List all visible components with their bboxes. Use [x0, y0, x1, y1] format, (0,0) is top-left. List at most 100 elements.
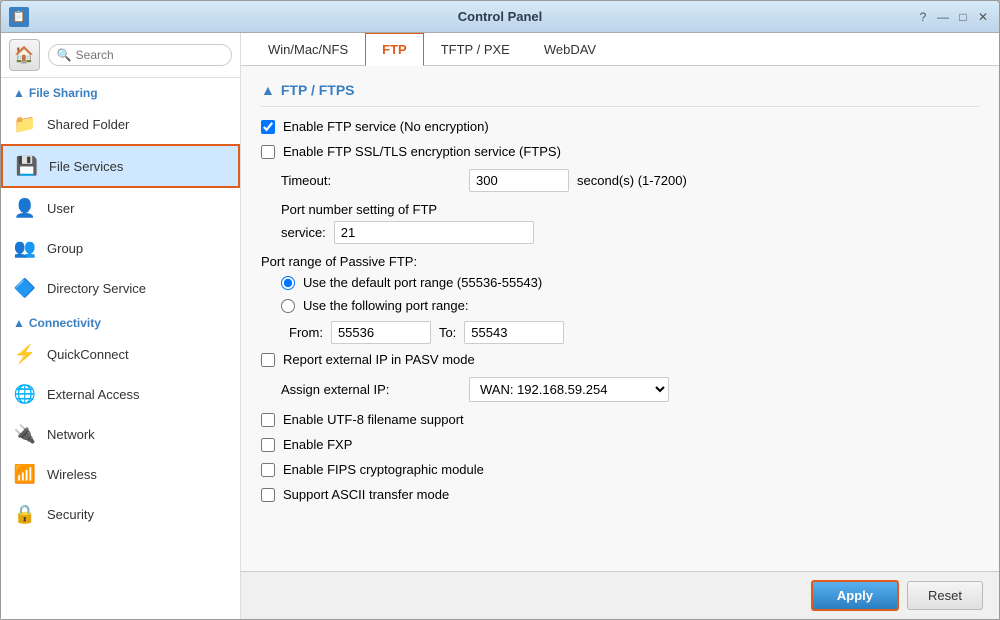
user-icon: 👤 [13, 196, 37, 220]
from-input[interactable] [331, 321, 431, 344]
sidebar-menu: ▲ File Sharing 📁 Shared Folder 💾 File Se… [1, 78, 240, 619]
radio-custom[interactable] [281, 299, 295, 313]
from-to-row: From: To: [289, 321, 979, 344]
radio-default-label: Use the default port range (55536-55543) [303, 275, 542, 290]
main-content: 🏠 🔍 ▲ File Sharing 📁 Shared Folder [1, 33, 999, 619]
tab-bar: Win/Mac/NFS FTP TFTP / PXE WebDAV [241, 33, 999, 66]
report-external-ip-label: Report external IP in PASV mode [283, 352, 475, 367]
file-sharing-header[interactable]: ▲ File Sharing [1, 78, 240, 104]
directory-service-label: Directory Service [47, 281, 146, 296]
enable-fips-label: Enable FIPS cryptographic module [283, 462, 484, 477]
enable-fxp-checkbox[interactable] [261, 438, 275, 452]
home-button[interactable]: 🏠 [9, 39, 40, 71]
assign-external-ip-label: Assign external IP: [281, 382, 461, 397]
enable-fips-row: Enable FIPS cryptographic module [261, 462, 979, 477]
group-label: Group [47, 241, 83, 256]
section-title-text: FTP / FTPS [281, 82, 355, 98]
port-label-row: Port number setting of FTP [281, 202, 979, 217]
support-ascii-checkbox[interactable] [261, 488, 275, 502]
minimize-button[interactable]: — [935, 9, 951, 25]
app-icon: 📋 [9, 7, 29, 27]
file-services-label: File Services [49, 159, 123, 174]
enable-ftp-checkbox[interactable] [261, 120, 275, 134]
radio-custom-label: Use the following port range: [303, 298, 468, 313]
maximize-button[interactable]: □ [955, 9, 971, 25]
enable-ftps-checkbox[interactable] [261, 145, 275, 159]
enable-utf8-row: Enable UTF-8 filename support [261, 412, 979, 427]
external-access-label: External Access [47, 387, 140, 402]
quickconnect-label: QuickConnect [47, 347, 129, 362]
shared-folder-icon: 📁 [13, 112, 37, 136]
security-icon: 🔒 [13, 502, 37, 526]
to-label: To: [439, 325, 456, 340]
section-title-chevron: ▲ [261, 82, 275, 98]
radio-default[interactable] [281, 276, 295, 290]
wireless-label: Wireless [47, 467, 97, 482]
sidebar-item-group[interactable]: 👥 Group [1, 228, 240, 268]
support-ascii-row: Support ASCII transfer mode [261, 487, 979, 502]
timeout-input[interactable] [469, 169, 569, 192]
sidebar-item-network[interactable]: 🔌 Network [1, 414, 240, 454]
sidebar-item-security[interactable]: 🔒 Security [1, 494, 240, 534]
close-button[interactable]: ✕ [975, 9, 991, 25]
sidebar: 🏠 🔍 ▲ File Sharing 📁 Shared Folder [1, 33, 241, 619]
main-window: 📋 Control Panel ? — □ ✕ 🏠 🔍 [0, 0, 1000, 620]
sidebar-item-file-services[interactable]: 💾 File Services [1, 144, 240, 188]
right-panel: Win/Mac/NFS FTP TFTP / PXE WebDAV ▲ FTP … [241, 33, 999, 619]
report-external-ip-row: Report external IP in PASV mode [261, 352, 979, 367]
to-input[interactable] [464, 321, 564, 344]
network-icon: 🔌 [13, 422, 37, 446]
enable-utf8-checkbox[interactable] [261, 413, 275, 427]
tab-tftp-pxe[interactable]: TFTP / PXE [424, 33, 527, 66]
directory-service-icon: 🔷 [13, 276, 37, 300]
sidebar-item-shared-folder[interactable]: 📁 Shared Folder [1, 104, 240, 144]
port-input[interactable] [334, 221, 534, 244]
external-access-icon: 🌐 [13, 382, 37, 406]
enable-ftp-row: Enable FTP service (No encryption) [261, 119, 979, 134]
report-external-ip-checkbox[interactable] [261, 353, 275, 367]
security-label: Security [47, 507, 94, 522]
enable-ftps-label: Enable FTP SSL/TLS encryption service (F… [283, 144, 561, 159]
port-service-label: service: [281, 225, 326, 240]
timeout-label: Timeout: [281, 173, 461, 188]
enable-utf8-label: Enable UTF-8 filename support [283, 412, 464, 427]
network-label: Network [47, 427, 95, 442]
assign-external-ip-select[interactable]: WAN: 192.168.59.254 [469, 377, 669, 402]
reset-button[interactable]: Reset [907, 581, 983, 610]
sidebar-item-user[interactable]: 👤 User [1, 188, 240, 228]
enable-ftp-label: Enable FTP service (No encryption) [283, 119, 489, 134]
passive-ftp-label: Port range of Passive FTP: [261, 254, 417, 269]
connectivity-header[interactable]: ▲ Connectivity [1, 308, 240, 334]
tab-win-mac-nfs[interactable]: Win/Mac/NFS [251, 33, 365, 66]
connectivity-chevron: ▲ [13, 316, 25, 330]
title-bar: 📋 Control Panel ? — □ ✕ [1, 1, 999, 33]
sidebar-item-external-access[interactable]: 🌐 External Access [1, 374, 240, 414]
sidebar-item-directory-service[interactable]: 🔷 Directory Service [1, 268, 240, 308]
sidebar-item-wireless[interactable]: 📶 Wireless [1, 454, 240, 494]
radio-custom-row: Use the following port range: [281, 298, 979, 313]
tab-webdav[interactable]: WebDAV [527, 33, 613, 66]
file-sharing-label: File Sharing [29, 86, 98, 100]
tab-ftp[interactable]: FTP [365, 33, 424, 66]
sidebar-item-quickconnect[interactable]: ⚡ QuickConnect [1, 334, 240, 374]
panel-content: ▲ FTP / FTPS Enable FTP service (No encr… [241, 66, 999, 571]
enable-ftps-row: Enable FTP SSL/TLS encryption service (F… [261, 144, 979, 159]
search-input[interactable] [76, 48, 223, 62]
passive-ftp-section: Port range of Passive FTP: Use the defau… [261, 254, 979, 344]
search-wrapper: 🔍 [48, 44, 232, 66]
shared-folder-label: Shared Folder [47, 117, 129, 132]
bottom-bar: Apply Reset [241, 571, 999, 619]
section-title: ▲ FTP / FTPS [261, 82, 979, 107]
wireless-icon: 📶 [13, 462, 37, 486]
apply-button[interactable]: Apply [811, 580, 899, 611]
port-label: Port number setting of FTP [281, 202, 437, 217]
title-bar-controls: ? — □ ✕ [915, 9, 991, 25]
enable-fxp-row: Enable FXP [261, 437, 979, 452]
passive-ftp-header: Port range of Passive FTP: [261, 254, 979, 269]
assign-external-ip-group: Assign external IP: WAN: 192.168.59.254 [281, 377, 979, 402]
file-sharing-chevron: ▲ [13, 86, 25, 100]
support-ascii-label: Support ASCII transfer mode [283, 487, 449, 502]
help-button[interactable]: ? [915, 9, 931, 25]
timeout-unit: second(s) (1-7200) [577, 173, 687, 188]
enable-fips-checkbox[interactable] [261, 463, 275, 477]
